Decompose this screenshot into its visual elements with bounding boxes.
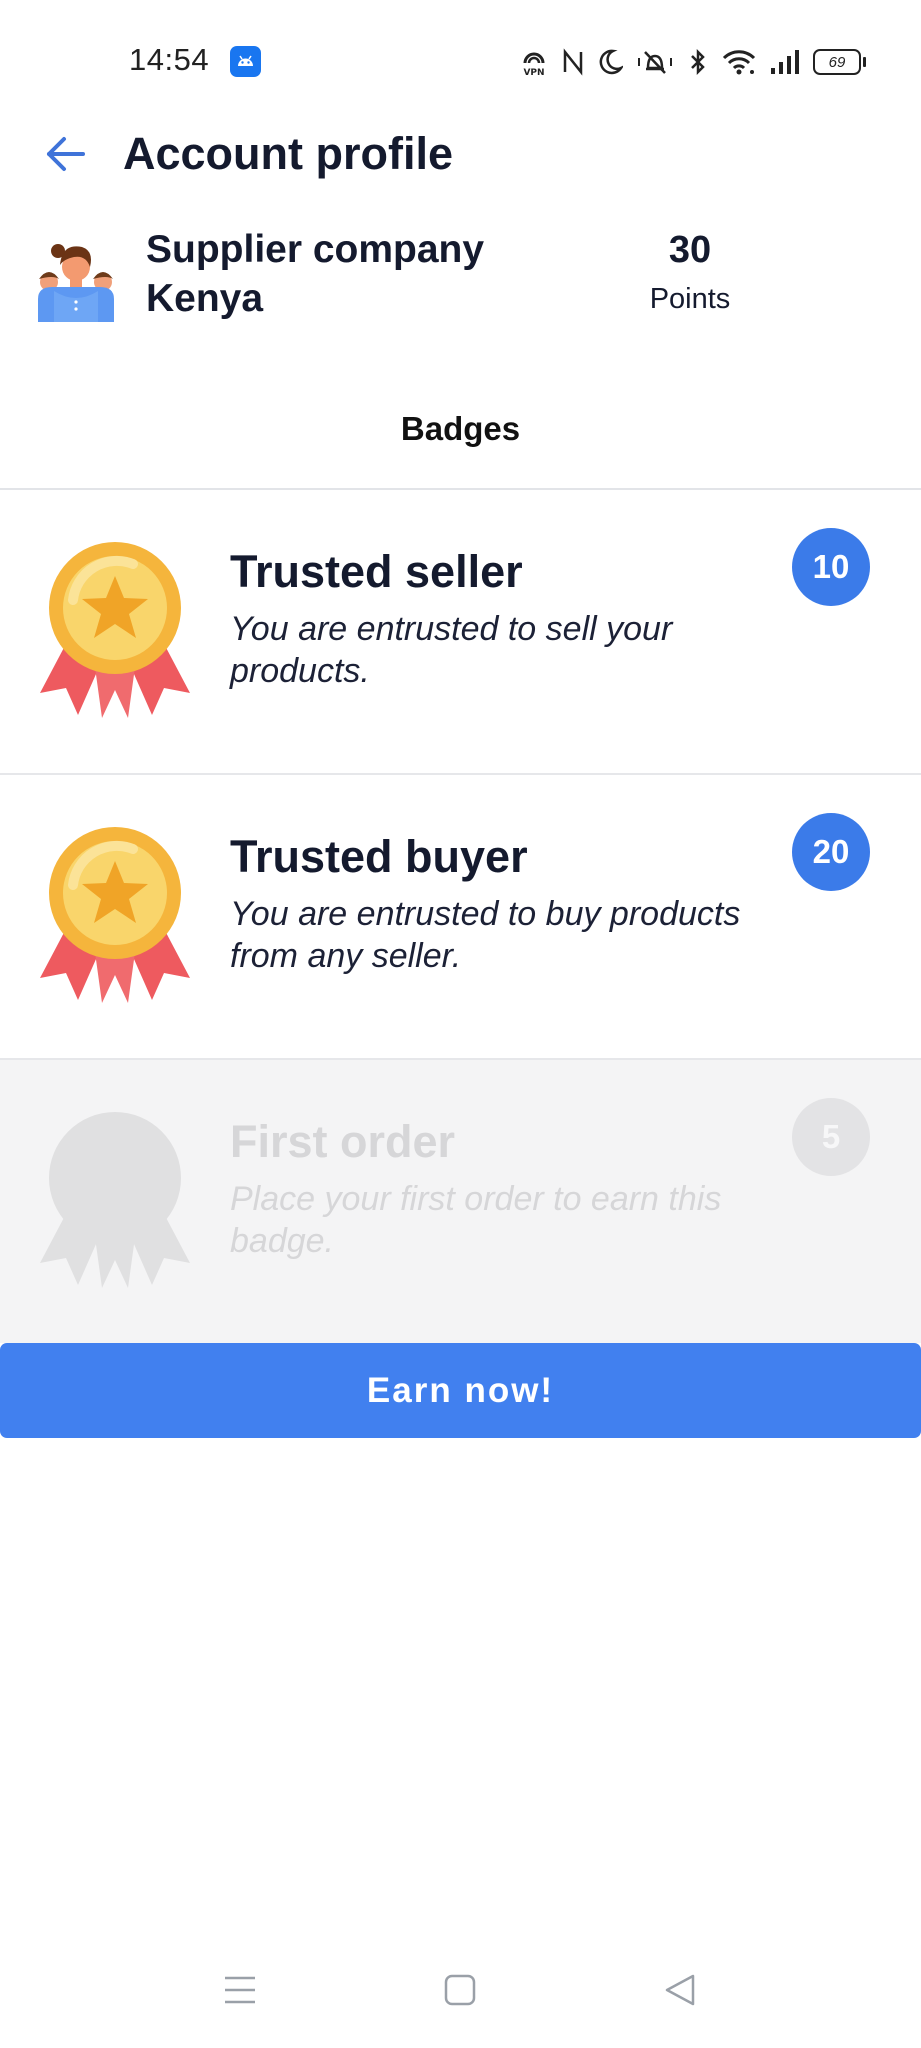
company-name: Supplier company Kenya	[146, 228, 485, 320]
badge-title: Trusted buyer	[230, 831, 528, 882]
avatar	[36, 227, 116, 322]
back-nav-button[interactable]	[650, 1960, 710, 2020]
battery-level: 69	[828, 53, 846, 71]
badge-points: 20	[792, 813, 870, 891]
wifi-icon	[722, 50, 756, 75]
do-not-disturb-icon	[599, 49, 623, 75]
badge-description: Place your first order to earn this badg…	[230, 1180, 722, 1260]
locked-medal-icon	[40, 1112, 190, 1288]
vpn-icon: VPN	[523, 52, 545, 77]
back-button[interactable]	[36, 124, 96, 184]
points-value: 30	[668, 229, 712, 271]
badge-title: First order	[230, 1116, 456, 1167]
badge-row-trusted-seller[interactable]: Trusted seller You are entrusted to sell…	[0, 490, 921, 775]
battery-icon: 69	[813, 49, 866, 75]
app-bar: Account profile	[0, 110, 921, 190]
status-time: 14:54	[129, 42, 210, 77]
badge-title: Trusted seller	[230, 546, 523, 597]
arrow-left-icon	[47, 137, 85, 171]
badge-points: 10	[792, 528, 870, 606]
medal-icon	[40, 542, 190, 718]
badges-heading: Badges	[400, 410, 521, 447]
badge-row-trusted-buyer[interactable]: Trusted buyer You are entrusted to buy p…	[0, 775, 921, 1060]
badge-points: 5	[792, 1098, 870, 1176]
cellular-signal-icon	[771, 50, 799, 74]
status-icons: VPN 69	[519, 44, 866, 80]
system-nav-bar	[0, 1960, 921, 2020]
vibrate-icon	[638, 51, 672, 74]
menu-button[interactable]	[210, 1960, 270, 2020]
team-avatar-icon	[38, 244, 114, 322]
android-app-icon	[230, 46, 261, 77]
nfc-icon	[563, 48, 583, 76]
page-title: Account profile	[123, 128, 454, 179]
badge-row-first-order[interactable]: First order Place your first order to ea…	[0, 1060, 921, 1343]
badge-description: You are entrusted to sell your products.	[230, 610, 673, 690]
status-bar: 14:54 VPN 69	[0, 0, 921, 110]
profile-summary: Supplier company Kenya 30 Points	[0, 215, 921, 335]
menu-icon	[225, 1976, 255, 2004]
home-button[interactable]	[430, 1960, 490, 2020]
svg-text:VPN: VPN	[523, 68, 544, 77]
badge-description: You are entrusted to buy products from a…	[230, 895, 741, 975]
home-square-icon	[444, 1974, 476, 2006]
points-label: Points	[649, 283, 731, 315]
bluetooth-icon	[691, 48, 705, 76]
back-triangle-icon	[665, 1974, 695, 2006]
medal-icon	[40, 827, 190, 1003]
earn-now-button[interactable]: Earn now!	[0, 1343, 921, 1438]
